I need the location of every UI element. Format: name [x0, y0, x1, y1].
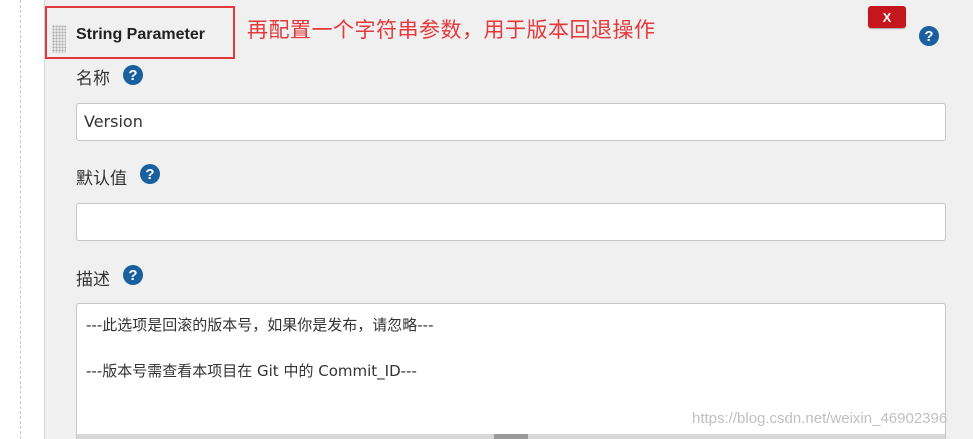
- textarea-resize-grip[interactable]: [494, 434, 528, 439]
- default-value-field-label: 默认值: [76, 169, 127, 189]
- watermark: https://blog.csdn.net/weixin_46902396: [692, 410, 948, 427]
- description-blank-line: [86, 337, 936, 360]
- parameter-type-title: String Parameter: [76, 26, 205, 43]
- description-line: ---版本号需查看本项目在 Git 中的 Commit_ID---: [86, 362, 417, 380]
- help-icon[interactable]: ?: [919, 26, 939, 46]
- default-value-input[interactable]: [76, 203, 946, 241]
- description-line: ---此选项是回滚的版本号，如果你是发布，请忽略---: [86, 316, 434, 334]
- delete-parameter-button[interactable]: X: [868, 6, 906, 28]
- annotation-note: 再配置一个字符串参数，用于版本回退操作: [247, 18, 656, 42]
- description-help-icon[interactable]: ?: [123, 265, 143, 285]
- name-field-label: 名称: [76, 69, 110, 89]
- default-value-help-icon[interactable]: ?: [140, 164, 160, 184]
- outer-dashed-border: [20, 0, 21, 439]
- drag-handle-icon[interactable]: [52, 25, 66, 53]
- description-field-label: 描述: [76, 270, 110, 290]
- name-help-icon[interactable]: ?: [123, 65, 143, 85]
- name-input[interactable]: Version: [76, 103, 946, 141]
